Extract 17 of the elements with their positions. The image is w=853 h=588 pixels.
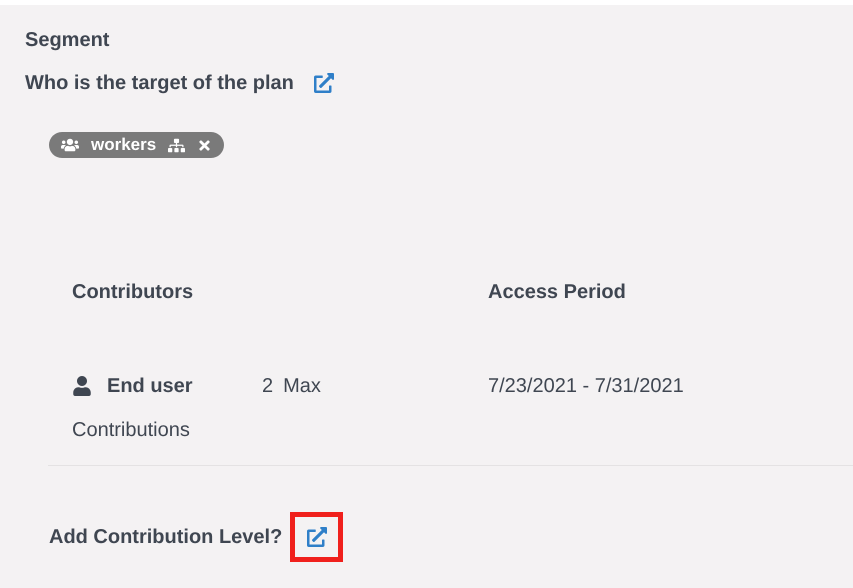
external-link-icon[interactable] (314, 73, 334, 93)
column-header: Contributors (72, 280, 194, 305)
users-icon (61, 136, 79, 154)
add-level-label: Add Contribution Level? (49, 525, 282, 550)
contributor-role: End user (107, 374, 194, 399)
access-period: 7/23/2021 - 7/31/2021 (488, 374, 685, 399)
target-label: Who is the target of the plan (25, 71, 294, 96)
close-icon[interactable] (197, 138, 212, 152)
external-link-icon[interactable] (290, 512, 344, 562)
user-icon (72, 376, 92, 396)
contribution-count: 2 (262, 374, 274, 399)
column-header: Access Period (488, 280, 627, 305)
section-title: Segment (25, 28, 110, 53)
contribution-note: Contributions (72, 418, 191, 443)
segment-chip[interactable]: workers (49, 132, 224, 158)
hierarchy-icon[interactable] (168, 136, 186, 154)
contribution-limit: Max (283, 374, 321, 399)
